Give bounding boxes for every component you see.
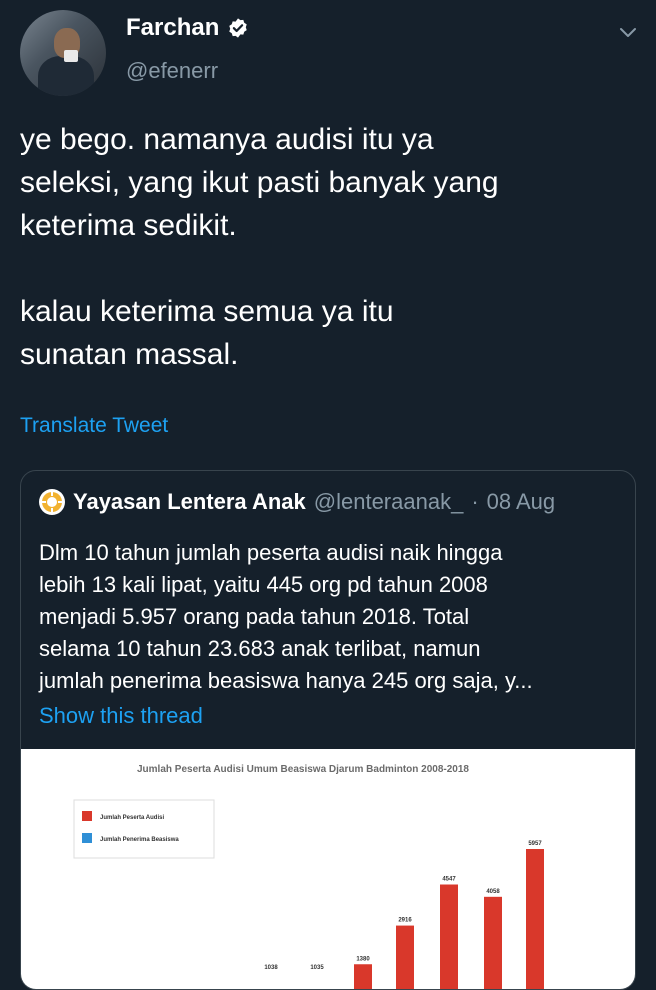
tweet-text-line: ye bego. namanya audisi itu ya	[20, 123, 434, 156]
chart-data-label: 5957	[528, 841, 542, 847]
tweet-text-line: sunatan massal.	[20, 338, 239, 371]
chart-data-label: 2916	[398, 918, 412, 924]
chart-bars: 1038 1035 1380 2916 4547 4058 5957	[264, 841, 544, 989]
legend-label-penerima: Jumlah Penerima Beasiswa	[100, 837, 179, 843]
tweet-text-line: seleksi, yang ikut pasti banyak yang	[20, 166, 499, 199]
chevron-down-icon[interactable]	[616, 20, 640, 44]
quoted-tweet-card[interactable]: Yayasan Lentera Anak @lenteraanak_ · 08 …	[20, 470, 636, 990]
author-display-name[interactable]: Farchan	[126, 14, 219, 42]
chart-data-label: 1038	[264, 965, 278, 971]
chart-data-label: 4547	[442, 877, 456, 883]
author-handle[interactable]: @efenerr	[126, 58, 218, 84]
legend-label-peserta: Jumlah Peserta Audisi	[100, 815, 164, 821]
quoted-tweet-header: Yayasan Lentera Anak @lenteraanak_ · 08 …	[39, 489, 555, 515]
tweet-text-line: keterima sedikit.	[20, 209, 237, 242]
quoted-text-line: Dlm 10 tahun jumlah peserta audisi naik …	[39, 540, 503, 565]
tweet-text-line: kalau keterima semua ya itu	[20, 295, 394, 328]
chart-bar	[354, 964, 372, 989]
quoted-author-avatar[interactable]	[39, 489, 65, 515]
quoted-author-name[interactable]: Yayasan Lentera Anak	[73, 489, 306, 515]
chart-bar	[526, 849, 544, 989]
legend-swatch-peserta	[82, 811, 92, 821]
quoted-text-line: lebih 13 kali lipat, yaitu 445 org pd ta…	[39, 572, 488, 597]
show-thread-link[interactable]: Show this thread	[39, 703, 203, 729]
quoted-tweet-text: Dlm 10 tahun jumlah peserta audisi naik …	[39, 537, 619, 697]
bar-chart: Jumlah Peserta Audisi Umum Beasiswa Djar…	[73, 764, 544, 989]
avatar-body-shape	[38, 56, 94, 96]
chart-bar	[440, 884, 458, 989]
quoted-text-line: selama 10 tahun 23.683 anak terlibat, na…	[39, 636, 481, 661]
quoted-date[interactable]: 08 Aug	[487, 489, 556, 515]
author-name-row: Farchan	[126, 14, 249, 42]
chart-legend-box	[73, 799, 215, 859]
chart-data-label: 1380	[356, 956, 370, 962]
chart-title: Jumlah Peserta Audisi Umum Beasiswa Djar…	[137, 764, 469, 775]
quoted-text-line: menjadi 5.957 orang pada tahun 2018. Tot…	[39, 604, 470, 629]
quoted-text-line: jumlah penerima beasiswa hanya 245 org s…	[39, 668, 533, 693]
quoted-separator: ·	[471, 489, 479, 514]
translate-tweet-link[interactable]: Translate Tweet	[20, 414, 168, 438]
avatar-cup-shape	[64, 50, 78, 62]
legend-swatch-penerima	[82, 833, 92, 843]
chart-data-label: 4058	[486, 889, 500, 895]
chart-data-label: 1035	[310, 965, 324, 971]
verified-badge-icon	[229, 18, 248, 38]
tweet-text: ye bego. namanya audisi itu ya seleksi, …	[20, 118, 630, 376]
quoted-author-handle[interactable]: @lenteraanak_	[314, 489, 464, 515]
chart-bar	[484, 896, 502, 989]
chart-image[interactable]: Jumlah Peserta Audisi Umum Beasiswa Djar…	[21, 749, 635, 989]
author-avatar[interactable]	[20, 10, 106, 96]
chart-bar	[396, 925, 414, 989]
